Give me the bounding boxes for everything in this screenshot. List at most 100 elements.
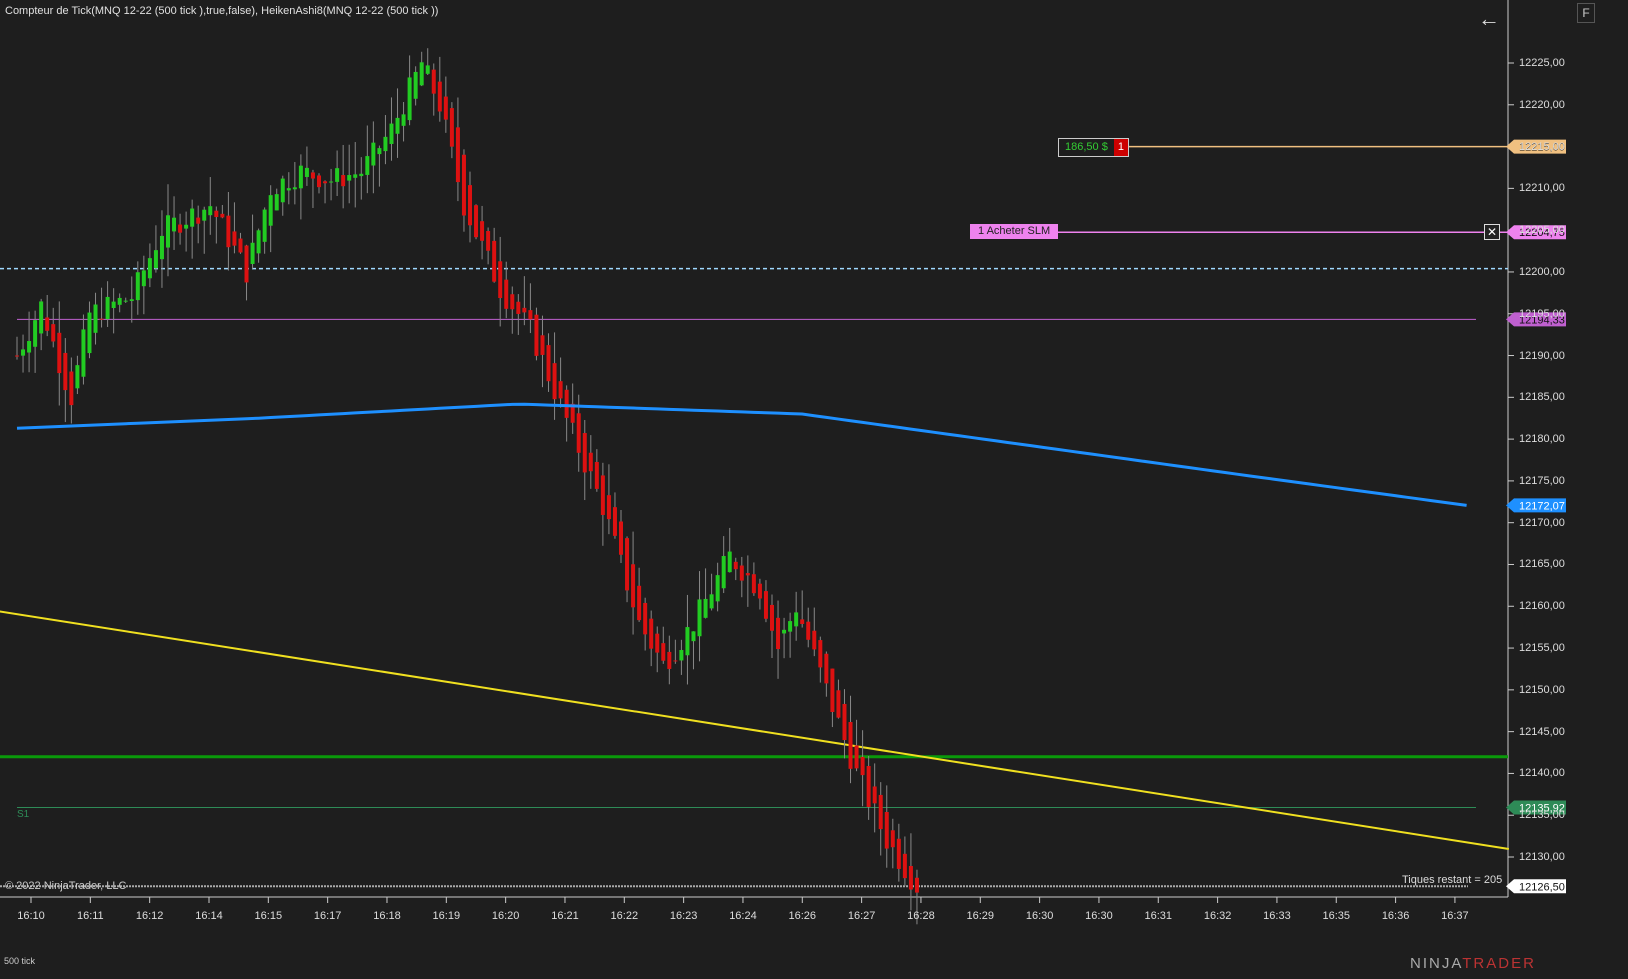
candle-body: [292, 187, 297, 190]
position-qty: 1: [1113, 139, 1128, 156]
candle-body: [558, 381, 563, 399]
candle-body: [673, 660, 678, 662]
candle-body: [341, 175, 346, 187]
time-tick-label: 16:11: [76, 910, 104, 922]
candle-body: [220, 213, 225, 218]
candle-body: [437, 81, 442, 112]
ninjatrader-logo: NINJATRADER: [1410, 955, 1536, 972]
price-tick-label: 12190,00: [1519, 349, 1565, 362]
candle-body: [552, 363, 557, 400]
time-tick-label: 16:12: [135, 910, 164, 922]
candle-body: [232, 231, 237, 246]
price-tick-label: 12220,00: [1519, 98, 1565, 111]
candle-body: [395, 117, 400, 134]
candle-body: [703, 598, 708, 618]
candle-body: [486, 231, 491, 251]
candle-body: [860, 756, 865, 776]
candle-body: [745, 573, 750, 576]
candle-body: [81, 329, 86, 377]
candle-body: [637, 585, 642, 621]
candle-body: [461, 154, 466, 216]
candle-body: [878, 794, 883, 830]
candle-body: [69, 371, 74, 406]
time-tick-label: 16:26: [788, 910, 817, 922]
candle-body: [902, 853, 907, 879]
candle-body: [890, 830, 895, 848]
candle-body: [153, 250, 158, 269]
price-tick-label: 12135,00: [1519, 809, 1565, 822]
candle-body: [172, 217, 177, 232]
candle-body: [782, 629, 787, 634]
time-tick-label: 16:23: [669, 910, 698, 922]
price-tick-label: 12205,00: [1519, 224, 1565, 237]
candle-body: [310, 172, 315, 179]
candle-body: [75, 365, 80, 389]
time-tick-label: 16:18: [373, 910, 401, 922]
candle-body: [800, 619, 805, 624]
candle-body: [425, 65, 430, 74]
time-tick-label: 16:10: [17, 910, 45, 922]
candle-body: [298, 165, 303, 189]
candle-body: [588, 452, 593, 472]
candle-body: [33, 320, 38, 347]
time-tick-label: 16:36: [1381, 910, 1410, 922]
candle-body: [335, 168, 340, 182]
candle-body: [449, 108, 454, 147]
candle-body: [594, 461, 599, 489]
cancel-order-icon[interactable]: ✕: [1484, 224, 1500, 240]
candle-body: [546, 345, 551, 382]
candle-body: [770, 604, 774, 631]
candle-body: [365, 156, 370, 175]
ma-price-flag: 12172,07: [1519, 500, 1565, 512]
price-tick-label: 12140,00: [1519, 767, 1565, 780]
candle-body: [582, 433, 587, 473]
time-tick-label: 16:31: [1144, 910, 1173, 922]
time-tick-label: 16:15: [254, 910, 283, 922]
candle-body: [190, 208, 195, 227]
candle-body: [854, 745, 859, 769]
price-tick-label: 12170,00: [1519, 516, 1565, 529]
candle-body: [727, 551, 732, 573]
candle-body: [510, 294, 515, 310]
candle-body: [788, 621, 793, 632]
candle-body: [304, 167, 309, 177]
candle-body: [896, 838, 901, 869]
time-tick-label: 16:27: [847, 910, 876, 922]
position-pnl-box[interactable]: 186,50 $1: [1058, 138, 1129, 157]
candle-body: [329, 181, 334, 183]
candle-body: [111, 301, 116, 309]
candle-body: [763, 591, 768, 619]
candle-body: [413, 71, 418, 99]
candle-body: [407, 77, 412, 121]
candle-body: [63, 352, 68, 391]
price-tick-label: 12210,00: [1519, 182, 1565, 195]
candle-body: [105, 296, 110, 320]
candle-body: [262, 209, 267, 242]
price-chart[interactable]: 12215,0012204,7512194,3312172,0712135,92…: [0, 0, 1628, 979]
time-tick-label: 16:37: [1441, 910, 1469, 922]
time-tick-label: 16:28: [907, 910, 935, 922]
candle-body: [733, 561, 738, 570]
candle-body: [715, 575, 720, 602]
candle-body: [806, 621, 811, 640]
candle-body: [661, 643, 666, 661]
candle-body: [498, 261, 503, 299]
candle-body: [178, 224, 183, 233]
candle-body: [93, 304, 98, 333]
candle-body: [323, 181, 328, 184]
candle-body: [842, 703, 847, 741]
candle-body: [99, 318, 104, 320]
candle-body: [377, 148, 382, 155]
candle-body: [721, 556, 726, 589]
candle-body: [250, 242, 255, 264]
candle-body: [492, 240, 497, 282]
s1-label: S1: [17, 809, 30, 820]
candle-body: [57, 332, 62, 374]
candle-body: [751, 574, 756, 594]
order-label[interactable]: 1 Acheter SLM: [970, 224, 1059, 239]
candle-body: [914, 877, 919, 893]
candle-body: [564, 389, 569, 418]
price-tick-label: 12165,00: [1519, 558, 1565, 571]
price-tick-label: 12145,00: [1519, 725, 1565, 738]
bar-period: 500 tick: [4, 956, 36, 966]
